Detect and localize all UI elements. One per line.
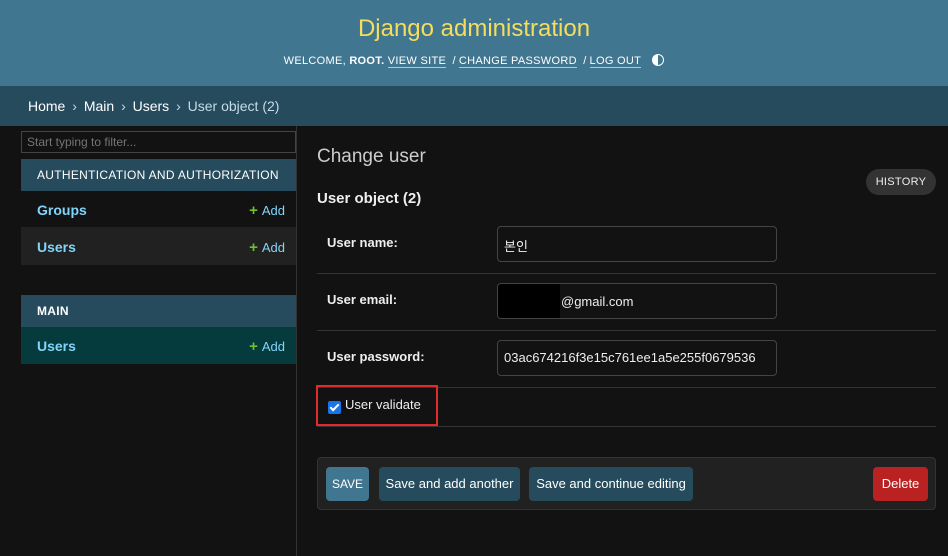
separator: /: [452, 55, 456, 67]
user-email-input[interactable]: @gmail.com: [497, 283, 777, 319]
user-validate-checkbox[interactable]: [328, 401, 341, 414]
add-label: Add: [261, 339, 285, 354]
email-domain-text: @gmail.com: [561, 294, 634, 309]
add-groups-link[interactable]: + Add: [249, 202, 285, 219]
module-caption-main[interactable]: MAIN: [21, 295, 296, 327]
breadcrumb-separator: ›: [121, 98, 126, 114]
separator: /: [583, 55, 587, 67]
view-site-link[interactable]: VIEW SITE: [387, 55, 447, 68]
sidebar-item-main-users: Users + Add: [21, 327, 296, 364]
model-link-groups[interactable]: Groups: [37, 202, 87, 218]
redacted-block: [498, 284, 560, 318]
add-plus-icon: +: [249, 239, 258, 256]
theme-toggle-icon[interactable]: [652, 54, 665, 66]
breadcrumb-main[interactable]: Main: [84, 98, 114, 114]
change-password-link[interactable]: CHANGE PASSWORD: [458, 55, 577, 68]
username: ROOT.: [349, 55, 385, 67]
form-row-user-validate: User validate: [316, 385, 936, 427]
submit-row: SAVE Save and add another Save and conti…: [317, 457, 936, 510]
add-plus-icon: +: [249, 338, 258, 355]
breadcrumb-separator: ›: [176, 98, 181, 114]
user-validate-label[interactable]: User validate: [345, 397, 421, 412]
breadcrumb-home[interactable]: Home: [28, 98, 65, 114]
breadcrumb-current: User object (2): [187, 98, 280, 114]
model-link-auth-users[interactable]: Users: [37, 239, 76, 255]
sidebar: AUTHENTICATION AND AUTHORIZATION Groups …: [21, 126, 297, 556]
user-name-input[interactable]: 본인: [497, 226, 777, 262]
user-tools: WELCOME, ROOT. VIEW SITE / CHANGE PASSWOR…: [0, 54, 948, 68]
add-plus-icon: +: [249, 202, 258, 219]
site-title[interactable]: Django administration: [0, 15, 948, 43]
user-password-label: User password:: [327, 349, 425, 364]
page-title: Change user: [317, 146, 426, 167]
form-row-user-password: User password: 03ac674216f3e15c761ee1a5e…: [317, 331, 936, 388]
user-name-label: User name:: [327, 235, 398, 250]
log-out-link[interactable]: LOG OUT: [589, 55, 641, 68]
breadcrumb-separator: ›: [72, 98, 77, 114]
save-button[interactable]: SAVE: [326, 467, 369, 501]
add-label: Add: [261, 203, 285, 218]
welcome-text: WELCOME,: [283, 55, 346, 67]
save-and-continue-button[interactable]: Save and continue editing: [529, 467, 693, 501]
main-content: Change user HISTORY User object (2) User…: [297, 126, 948, 556]
history-button[interactable]: HISTORY: [866, 169, 936, 195]
breadcrumb: Home › Main › Users › User object (2): [0, 86, 948, 126]
add-auth-users-link[interactable]: + Add: [249, 239, 285, 256]
save-and-add-another-button[interactable]: Save and add another: [379, 467, 520, 501]
nav-filter-input[interactable]: [21, 131, 296, 153]
sidebar-item-groups: Groups + Add: [21, 191, 296, 228]
sidebar-item-auth-users: Users + Add: [21, 228, 296, 265]
model-link-main-users[interactable]: Users: [37, 338, 76, 354]
header: Django administration WELCOME, ROOT. VIE…: [0, 0, 948, 86]
delete-button[interactable]: Delete: [873, 467, 928, 501]
add-main-users-link[interactable]: + Add: [249, 338, 285, 355]
module-caption-auth[interactable]: AUTHENTICATION AND AUTHORIZATION: [21, 159, 296, 191]
user-email-label: User email:: [327, 292, 398, 307]
add-label: Add: [261, 240, 285, 255]
form-row-user-email: User email: @gmail.com: [317, 274, 936, 331]
object-title: User object (2): [317, 190, 422, 207]
form-row-user-name: User name: 본인: [317, 217, 936, 274]
breadcrumb-users[interactable]: Users: [133, 98, 170, 114]
user-password-input[interactable]: 03ac674216f3e15c761ee1a5e255f0679536: [497, 340, 777, 376]
